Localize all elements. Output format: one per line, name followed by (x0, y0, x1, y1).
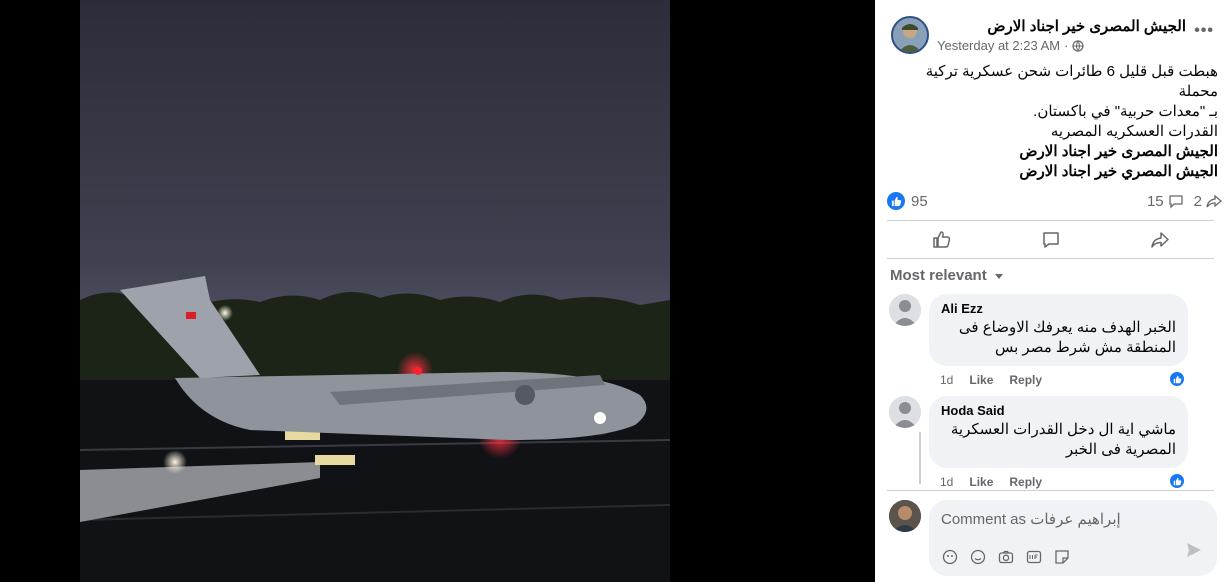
post-panel: الجيش المصرى خير اجناد الارض Yesterday a… (875, 0, 1226, 582)
thumbs-up-outline-icon (932, 231, 950, 248)
caret-down-icon (994, 273, 1003, 279)
comment-footer: 1d Like Reply (940, 475, 1042, 489)
thumbs-up-icon (891, 196, 901, 206)
comment-time[interactable]: 1d (940, 373, 953, 387)
page-tag-link[interactable]: الجيش المصري خير اجناد الارض (883, 162, 1218, 182)
cargo-plane-photo (80, 0, 670, 582)
camera-icon[interactable] (997, 548, 1015, 566)
soldier-avatar-icon (893, 18, 927, 52)
share-outline-icon (1150, 232, 1169, 248)
share-arrow-icon (1206, 194, 1222, 208)
avatar-sticker-icon[interactable] (941, 548, 959, 566)
post-meta: Yesterday at 2:23 AM · (937, 38, 1085, 53)
post-timestamp[interactable]: Yesterday at 2:23 AM (937, 38, 1060, 53)
default-user-icon (889, 396, 921, 428)
divider (887, 220, 1214, 221)
comment-composer: Comment as إبراهيم عرفات (889, 500, 1219, 576)
thumbs-up-icon (1173, 375, 1181, 383)
comment-sort-dropdown[interactable]: Most relevant (890, 267, 1005, 284)
comment-reply-button[interactable]: Reply (1009, 373, 1042, 387)
comment-button[interactable] (1001, 223, 1101, 257)
sticker-icon[interactable] (1053, 548, 1071, 566)
commenter-name[interactable]: Hoda Said (941, 403, 1176, 418)
comment-item: Ali Ezz الخبر الهدف منه يعرفك الاوضاع فى… (889, 294, 1219, 394)
page-avatar[interactable] (891, 16, 929, 54)
sort-label: Most relevant (890, 267, 987, 284)
comment-text: الخبر الهدف منه يعرفك الاوضاع فى المنطقة… (958, 319, 1176, 356)
post-text-line: بـ "معدات حربية" في باكستان. (1033, 103, 1218, 120)
comment-footer: 1d Like Reply (940, 373, 1042, 387)
comment-like-button[interactable]: Like (969, 475, 993, 489)
thumbs-up-icon (1173, 477, 1181, 485)
comment-outline-icon (1042, 232, 1059, 248)
meta-separator: · (1064, 38, 1069, 53)
post-header: الجيش المصرى خير اجناد الارض Yesterday a… (875, 12, 1226, 62)
share-count: 2 (1193, 192, 1202, 210)
post-action-bar (887, 222, 1214, 258)
share-button[interactable] (1110, 223, 1210, 257)
like-reaction-icon[interactable] (887, 192, 905, 210)
reaction-stats: 95 15 2 (887, 190, 1222, 212)
like-button[interactable] (892, 223, 992, 257)
comment-bubble-icon (1169, 195, 1183, 209)
globe-icon (1072, 39, 1085, 52)
emoji-icon[interactable] (969, 548, 987, 566)
page-tag-link[interactable]: الجيش المصرى خير اجناد الارض (883, 142, 1218, 162)
comment-count: 15 (1146, 192, 1164, 210)
divider (887, 490, 1214, 491)
comment-reply-button[interactable]: Reply (1009, 475, 1042, 489)
comment-bubble: Ali Ezz الخبر الهدف منه يعرفك الاوضاع فى… (929, 294, 1188, 366)
post-text-line: القدرات العسكريه المصريه (1050, 123, 1218, 140)
comment-like-button[interactable]: Like (969, 373, 993, 387)
share-count-group[interactable]: 2 (1194, 193, 1222, 210)
more-options-icon[interactable]: ••• (1194, 22, 1214, 40)
default-user-icon (889, 294, 921, 326)
comment-input[interactable]: Comment as إبراهيم عرفات (929, 500, 1217, 576)
current-user-avatar[interactable] (889, 500, 921, 532)
send-icon[interactable] (1185, 541, 1203, 564)
comment-text: ماشي اية ال دخل القدرات العسكرية المصرية… (950, 421, 1176, 458)
commenter-avatar[interactable] (889, 294, 921, 326)
post-photo[interactable] (80, 0, 670, 582)
comment-like-badge[interactable] (1168, 370, 1186, 388)
page-name[interactable]: الجيش المصرى خير اجناد الارض (987, 17, 1186, 35)
divider (887, 258, 1214, 259)
post-body: هبطت قبل قليل 6 طائرات شحن عسكرية تركية … (883, 62, 1218, 182)
comment-time[interactable]: 1d (940, 475, 953, 489)
commenter-name[interactable]: Ali Ezz (941, 301, 1176, 316)
comment-placeholder: Comment as إبراهيم عرفات (941, 511, 1121, 528)
comment-like-badge[interactable] (1168, 472, 1186, 490)
commenter-avatar[interactable] (889, 396, 921, 428)
comment-bubble: Hoda Said ماشي اية ال دخل القدرات العسكر… (929, 396, 1188, 468)
post-text-line: هبطت قبل قليل 6 طائرات شحن عسكرية تركية … (925, 63, 1218, 100)
comment-item: Hoda Said ماشي اية ال دخل القدرات العسكر… (889, 396, 1219, 490)
gif-icon[interactable] (1025, 548, 1043, 566)
photo-viewer (0, 0, 875, 582)
thread-line (919, 432, 921, 484)
like-count[interactable]: 95 (911, 193, 928, 210)
comment-count-group[interactable]: 15 (1147, 193, 1184, 210)
user-photo-icon (889, 500, 921, 532)
composer-tools (941, 548, 1071, 566)
